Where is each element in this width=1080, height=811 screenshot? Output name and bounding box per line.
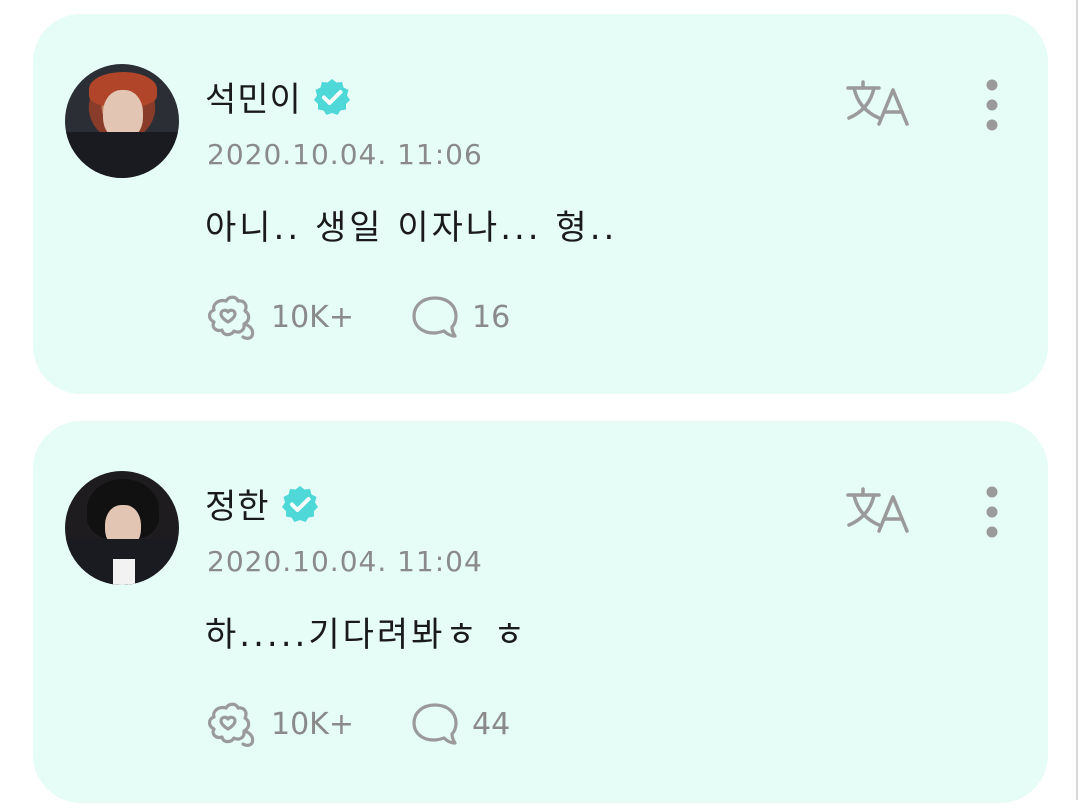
comment-bubble-icon [412, 296, 458, 338]
author-name[interactable]: 정한 [205, 479, 270, 528]
post-actions: 10K+ 44 [205, 701, 510, 747]
post-actions: 10K+ 16 [205, 294, 510, 340]
author-row: 석민이 [205, 72, 352, 121]
avatar[interactable] [65, 471, 179, 585]
reaction-button[interactable]: 10K+ [205, 294, 354, 340]
comment-count: 44 [471, 706, 511, 742]
translate-icon[interactable] [845, 485, 911, 535]
post-body: 하.....기다려봐ㅎ ㅎ [205, 615, 528, 655]
post-card[interactable]: 정한 2020.10.04. 11:04 하.....기다려봐ㅎ ㅎ 10K+ … [33, 421, 1048, 803]
translate-icon[interactable] [845, 78, 911, 128]
author-row: 정한 [205, 479, 320, 528]
post-timestamp: 2020.10.04. 11:04 [207, 545, 483, 578]
verified-badge-icon [313, 78, 350, 115]
heart-bubble-icon [207, 295, 255, 340]
more-vertical-icon[interactable] [977, 485, 1007, 539]
avatar[interactable] [65, 64, 179, 178]
heart-bubble-icon [207, 702, 255, 747]
comment-count: 16 [471, 299, 511, 335]
comment-bubble-icon [412, 703, 458, 745]
verified-badge-icon [281, 485, 318, 522]
post-body: 아니.. 생일 이자나... 형.. [205, 208, 618, 248]
author-name[interactable]: 석민이 [205, 72, 302, 121]
scrollbar[interactable] [1076, 0, 1078, 800]
reaction-count: 10K+ [271, 299, 354, 335]
comment-button[interactable]: 16 [410, 294, 510, 340]
reaction-count: 10K+ [271, 706, 354, 742]
post-timestamp: 2020.10.04. 11:06 [207, 138, 483, 171]
more-vertical-icon[interactable] [977, 78, 1007, 132]
post-feed: 석민이 2020.10.04. 11:06 아니.. 생일 이자나... 형.. [0, 0, 1080, 811]
post-card[interactable]: 석민이 2020.10.04. 11:06 아니.. 생일 이자나... 형.. [33, 14, 1048, 394]
comment-button[interactable]: 44 [410, 701, 510, 747]
reaction-button[interactable]: 10K+ [205, 701, 354, 747]
